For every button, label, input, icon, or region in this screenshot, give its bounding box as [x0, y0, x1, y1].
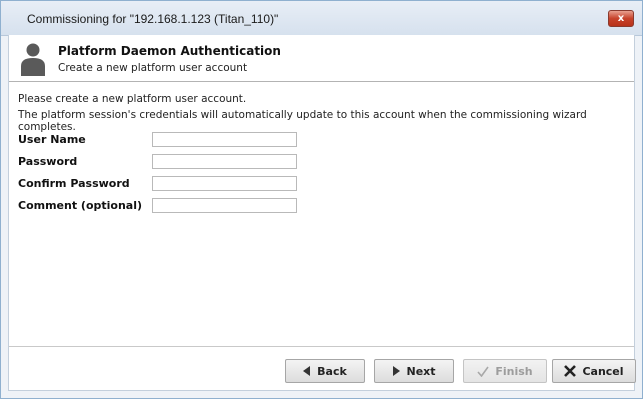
finish-button[interactable]: Finish [463, 359, 547, 383]
back-button[interactable]: Back [285, 359, 365, 383]
page-title: Platform Daemon Authentication [58, 44, 281, 58]
intro-text-line-1: Please create a new platform user accoun… [18, 93, 247, 105]
wizard-header: Platform Daemon Authentication Create a … [9, 35, 634, 82]
wizard-content: Platform Daemon Authentication Create a … [8, 35, 636, 391]
finish-button-label: Finish [495, 364, 533, 378]
footer-divider [9, 346, 634, 347]
user-name-label: User Name [18, 133, 86, 146]
password-field[interactable] [152, 154, 297, 169]
intro-text-line-2: The platform session's credentials will … [18, 109, 587, 133]
comment-label: Comment (optional) [18, 199, 143, 212]
title-bar[interactable]: Commissioning for "192.168.1.123 (Titan_… [1, 1, 642, 36]
arrow-left-icon [303, 366, 311, 376]
next-button[interactable]: Next [374, 359, 454, 383]
back-button-label: Back [317, 364, 347, 378]
comment-field[interactable] [152, 198, 297, 213]
confirm-password-field[interactable] [152, 176, 297, 191]
commissioning-window: Commissioning for "192.168.1.123 (Titan_… [0, 0, 643, 399]
arrow-right-icon [392, 366, 401, 376]
confirm-password-label: Confirm Password [18, 177, 130, 190]
checkmark-icon [477, 366, 490, 377]
next-button-label: Next [406, 364, 436, 378]
user-name-field[interactable] [152, 132, 297, 147]
close-button[interactable]: x [608, 10, 634, 27]
cancel-button-label: Cancel [582, 364, 624, 378]
cancel-button[interactable]: Cancel [552, 359, 636, 383]
x-mark-icon [564, 365, 577, 377]
password-label: Password [18, 155, 78, 168]
page-subtitle: Create a new platform user account [58, 62, 248, 74]
user-avatar-icon [19, 42, 47, 76]
window-title: Commissioning for "192.168.1.123 (Titan_… [27, 12, 279, 26]
